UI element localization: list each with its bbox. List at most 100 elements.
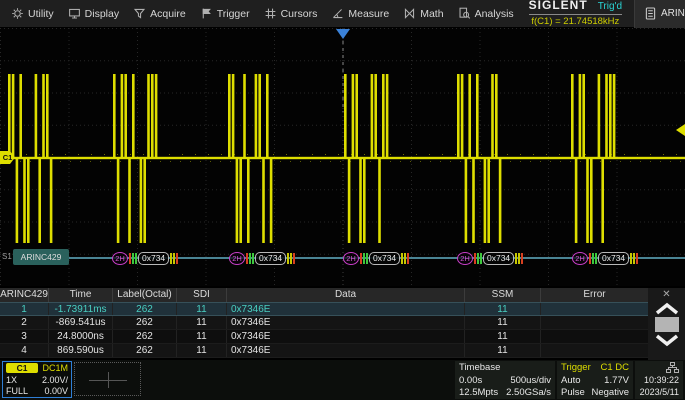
clock-panel[interactable]: 10:39:22 2023/5/11 xyxy=(635,361,683,399)
cell-sdi: 11 xyxy=(176,316,226,329)
cell-label: 262 xyxy=(112,344,176,357)
clock-date: 2023/5/11 xyxy=(640,387,679,398)
decode-end-bar xyxy=(401,253,403,264)
table-row[interactable]: 1 -1.73911ms 262 11 0x7346E 11 xyxy=(0,302,648,316)
decode-end-bar xyxy=(515,253,517,264)
col-label-octal: Label(Octal) xyxy=(112,288,176,302)
decode-frame-marker: 2H 0x734 xyxy=(343,250,409,266)
menu-display[interactable]: Display xyxy=(65,5,122,22)
menu-measure[interactable]: Measure xyxy=(328,5,392,22)
gear-icon xyxy=(11,7,24,20)
channel1-bandwidth: FULL xyxy=(6,386,28,396)
table-row[interactable]: 2 -869.541us 262 11 0x7346E 11 xyxy=(0,316,648,330)
scrollbar-thumb[interactable] xyxy=(655,317,679,332)
decode-end-bar xyxy=(170,253,172,264)
scroll-down-icon[interactable] xyxy=(654,333,680,348)
clock-time: 10:39:22 xyxy=(644,375,679,386)
channel1-panel[interactable]: C1 DC1M 1X 2.00V/ FULL 0.00V xyxy=(2,361,72,398)
timebase-delay: 0.00s xyxy=(459,375,482,386)
close-icon[interactable]: ✕ xyxy=(648,288,685,301)
frequency-counter: f(C1) = 21.74518kHz xyxy=(531,16,619,28)
menu-acquire-label: Acquire xyxy=(150,8,186,20)
trigger-level-marker[interactable] xyxy=(676,124,685,136)
trigger-type: Pulse xyxy=(561,387,585,398)
cell-error xyxy=(540,303,648,315)
decode-frame-marker: 2H 0x734 xyxy=(572,250,638,266)
cell-sdi: 11 xyxy=(176,303,226,315)
flag-icon xyxy=(200,7,213,20)
trigger-slope: Negative xyxy=(592,387,630,398)
table-row[interactable]: 4 869.590us 262 11 0x7346E 11 xyxy=(0,344,648,358)
list-icon xyxy=(645,7,656,20)
arinc429-config-button[interactable]: ARINC429 CONFIG xyxy=(634,0,685,28)
decode-truncation-tick xyxy=(589,253,591,264)
decode-end-bar xyxy=(518,253,520,264)
menu-cursors[interactable]: Cursors xyxy=(261,5,321,22)
menu-analysis-label: Analysis xyxy=(475,8,514,20)
cell-time: 869.590us xyxy=(48,344,112,357)
menubar: Utility Display Acquire Trigger Cursors … xyxy=(0,0,685,28)
cell-label: 262 xyxy=(112,303,176,315)
menu-cursors-label: Cursors xyxy=(281,8,318,20)
channel1-coupling: DC1M xyxy=(42,363,68,373)
cell-label: 262 xyxy=(112,330,176,343)
menu-utility[interactable]: Utility xyxy=(8,5,57,22)
cell-sdi: 11 xyxy=(176,330,226,343)
channel1-vscale: 2.00V/ xyxy=(42,375,68,385)
trigger-source: C1 DC xyxy=(600,362,629,373)
decode-truncation-tick xyxy=(293,253,295,264)
cell-data: 0x7346E xyxy=(226,303,464,315)
waveform-display[interactable]: C1 S1 ARINC429 2H 0x734 2H 0x734 xyxy=(0,28,685,286)
decode-bus-row: S1 ARINC429 2H 0x734 2H 0x734 xyxy=(0,248,685,268)
col-time: Time xyxy=(48,288,112,302)
decode-bus-name[interactable]: ARINC429 xyxy=(13,249,69,265)
cell-ssm: 11 xyxy=(464,303,540,315)
decode-data-box: 0x734 xyxy=(255,252,286,265)
cell-error xyxy=(540,316,648,329)
decode-start-bar xyxy=(592,253,594,264)
timebase-title: Timebase xyxy=(459,362,500,373)
menu-trigger[interactable]: Trigger xyxy=(197,5,253,22)
decode-label-badge: 2H xyxy=(457,252,473,265)
table-row[interactable]: 3 24.8000ns 262 11 0x7346E 11 xyxy=(0,330,648,344)
timebase-panel[interactable]: Timebase 0.00s 500us/div 12.5Mpts 2.50GS… xyxy=(455,361,555,399)
decode-truncation-tick xyxy=(407,253,409,264)
math-icon xyxy=(403,7,416,20)
cell-num: 2 xyxy=(0,316,48,329)
decode-label-badge: 2H xyxy=(572,252,588,265)
menu-math-label: Math xyxy=(420,8,443,20)
menu-math[interactable]: Math xyxy=(400,5,446,22)
channel1-badge: C1 xyxy=(6,363,38,373)
decode-frame-marker: 2H 0x734 xyxy=(457,250,523,266)
decode-list-panel: ARINC429 Time Label(Octal) SDI Data SSM … xyxy=(0,286,685,360)
table-scrollbar: ✕ xyxy=(648,288,685,360)
menu-acquire[interactable]: Acquire xyxy=(130,5,189,22)
cell-data: 0x7346E xyxy=(226,344,464,357)
add-channel-button[interactable] xyxy=(74,362,141,396)
display-icon xyxy=(68,7,81,20)
plus-icon xyxy=(108,372,109,388)
menu-trigger-label: Trigger xyxy=(217,8,250,20)
trigger-position-marker[interactable] xyxy=(336,29,350,39)
decode-truncation-tick xyxy=(176,253,178,264)
decode-start-bar xyxy=(132,253,134,264)
decode-start-bar xyxy=(480,253,482,264)
decode-truncation-tick xyxy=(360,253,362,264)
trigger-panel[interactable]: Trigger C1 DC Auto 1.77V Pulse Negative xyxy=(557,361,633,399)
config-button-label: ARINC429 CONFIG xyxy=(661,8,685,19)
cell-data: 0x7346E xyxy=(226,316,464,329)
decode-start-bar xyxy=(366,253,368,264)
decode-end-bar xyxy=(404,253,406,264)
channel1-offset: 0.00V xyxy=(44,386,68,396)
cell-error xyxy=(540,344,648,357)
decode-source-label: S1 xyxy=(2,252,12,261)
decode-start-bar xyxy=(477,253,479,264)
status-bar: C1 DC1M 1X 2.00V/ FULL 0.00V Timebase 0.… xyxy=(0,360,685,400)
scroll-up-icon[interactable] xyxy=(654,301,680,316)
menu-analysis[interactable]: Analysis xyxy=(455,5,517,22)
col-error: Error xyxy=(540,288,648,302)
decode-data-box: 0x734 xyxy=(138,252,169,265)
decode-data-box: 0x734 xyxy=(483,252,514,265)
trigger-status: Trig'd xyxy=(598,1,622,13)
timebase-memory: 12.5Mpts xyxy=(459,387,498,398)
